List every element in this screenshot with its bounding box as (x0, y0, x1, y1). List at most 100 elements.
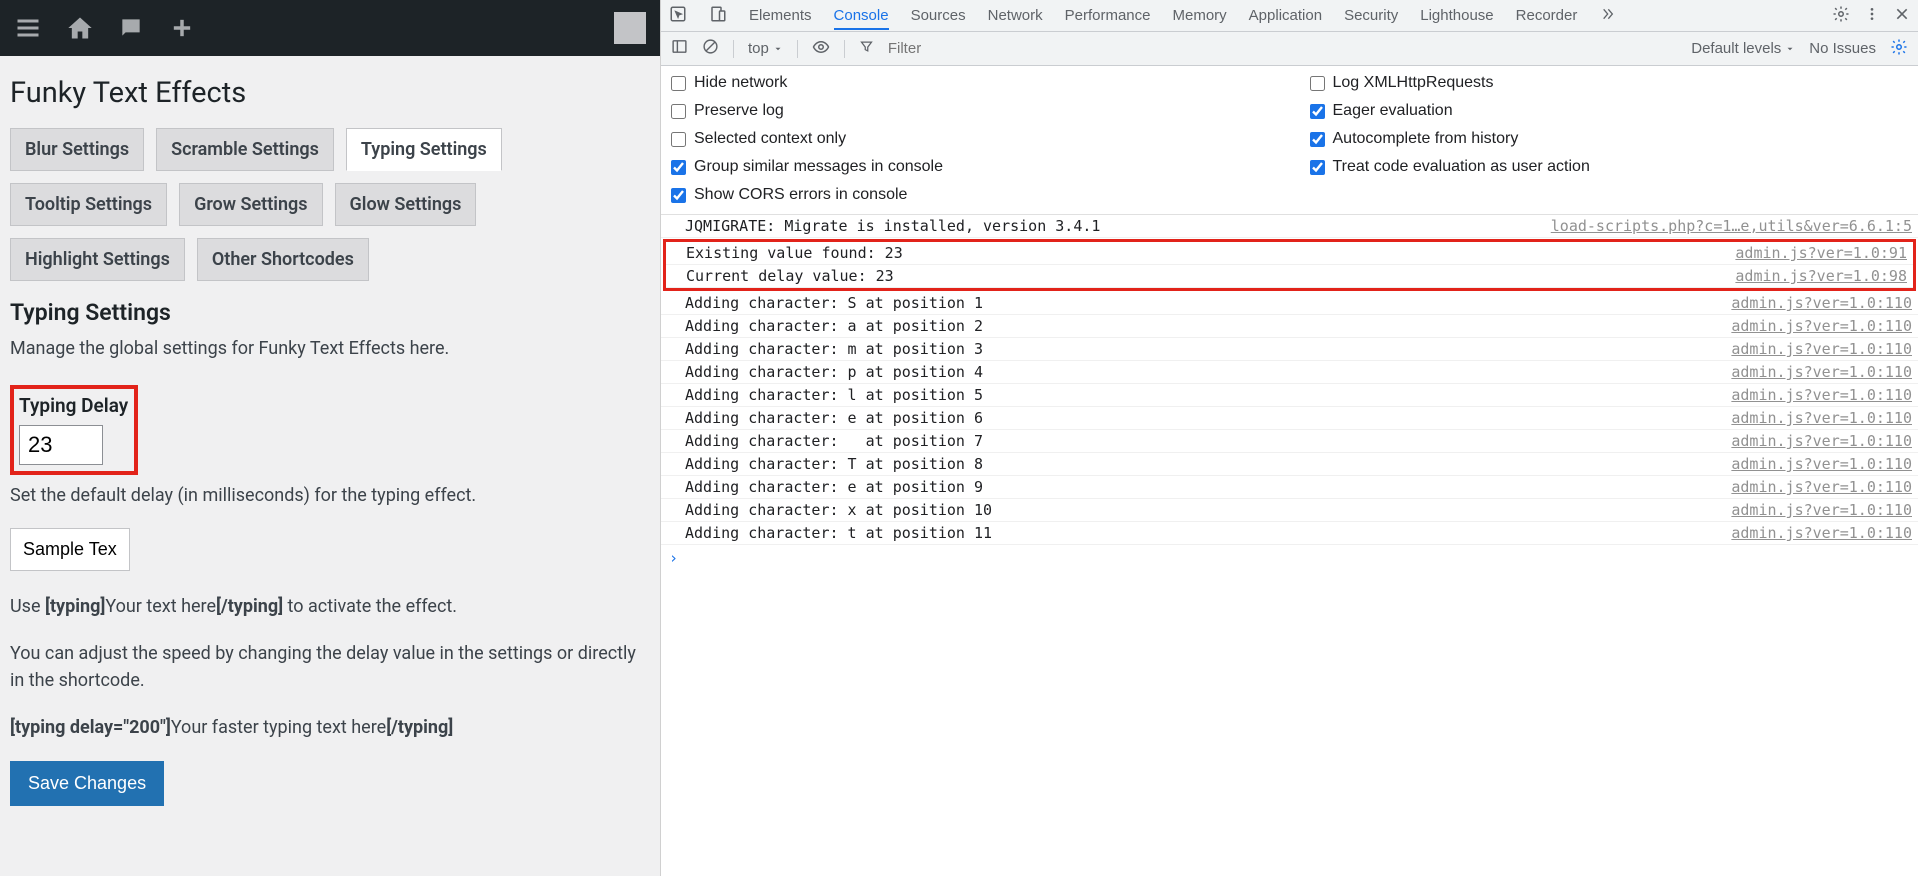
admin-content: Funky Text Effects Blur Settings Scrambl… (0, 56, 660, 816)
highlighted-logs: Existing value found: 23 admin.js?ver=1.… (663, 239, 1916, 291)
filter-input[interactable] (888, 40, 1677, 57)
checkbox-user-action[interactable] (1310, 160, 1325, 175)
console-settings-icon[interactable] (1890, 38, 1908, 60)
checkbox-preserve-log[interactable] (671, 104, 686, 119)
setting-log-xhr[interactable]: Log XMLHttpRequests (1310, 74, 1909, 92)
log-source-link[interactable]: admin.js?ver=1.0:110 (1731, 432, 1912, 450)
context-label: top (748, 40, 769, 57)
log-message: Adding character: t at position 11 (685, 524, 1715, 542)
log-row: Adding character: x at position 10admin.… (661, 499, 1918, 522)
tabs-row-2: Tooltip Settings Grow Settings Glow Sett… (10, 183, 650, 226)
sample-text-input[interactable] (10, 528, 130, 571)
log-message: Adding character: S at position 1 (685, 294, 1715, 312)
log-source-link[interactable]: admin.js?ver=1.0:110 (1731, 363, 1912, 381)
setting-autocomplete[interactable]: Autocomplete from history (1310, 130, 1909, 148)
setting-selected-context[interactable]: Selected context only (671, 130, 1270, 148)
tab-lighthouse[interactable]: Lighthouse (1420, 1, 1493, 30)
log-source-link[interactable]: admin.js?ver=1.0:110 (1731, 501, 1912, 519)
tab-grow[interactable]: Grow Settings (179, 183, 322, 226)
comment-icon[interactable] (118, 15, 144, 41)
usage-close: [/typing] (216, 596, 283, 617)
tab-application[interactable]: Application (1249, 1, 1322, 30)
tab-typing[interactable]: Typing Settings (346, 128, 502, 171)
log-row: Adding character: e at position 6admin.j… (661, 407, 1918, 430)
log-message: Adding character: at position 7 (685, 432, 1715, 450)
typing-delay-label: Typing Delay (19, 394, 128, 417)
example-para: [typing delay="200"]Your faster typing t… (10, 714, 650, 741)
tab-highlight[interactable]: Highlight Settings (10, 238, 185, 281)
log-levels-selector[interactable]: Default levels (1691, 40, 1795, 57)
example-open: [typing delay="200"] (10, 717, 171, 738)
log-source-link[interactable]: admin.js?ver=1.0:110 (1731, 317, 1912, 335)
log-source-link[interactable]: admin.js?ver=1.0:110 (1731, 478, 1912, 496)
setting-preserve-log[interactable]: Preserve log (671, 102, 1270, 120)
save-button[interactable]: Save Changes (10, 761, 164, 806)
tab-glow[interactable]: Glow Settings (335, 183, 477, 226)
tab-performance[interactable]: Performance (1065, 1, 1151, 30)
checkbox-autocomplete[interactable] (1310, 132, 1325, 147)
menu-icon[interactable] (14, 14, 42, 42)
add-icon[interactable] (168, 14, 196, 42)
filter-icon (859, 39, 874, 58)
gear-icon[interactable] (1832, 5, 1850, 27)
context-selector[interactable]: top (748, 40, 783, 57)
log-source-link[interactable]: admin.js?ver=1.0:110 (1731, 386, 1912, 404)
log-row: Adding character: S at position 1 admin.j… (661, 292, 1918, 315)
live-expression-icon[interactable] (812, 38, 830, 60)
more-tabs-icon[interactable] (1599, 6, 1615, 26)
log-message: Adding character: p at position 4 (685, 363, 1715, 381)
tab-scramble[interactable]: Scramble Settings (156, 128, 334, 171)
setting-show-cors[interactable]: Show CORS errors in console (671, 186, 1270, 204)
log-source-link[interactable]: admin.js?ver=1.0:110 (1731, 409, 1912, 427)
log-source-link[interactable]: admin.js?ver=1.0:110 (1731, 340, 1912, 358)
devtools-tabs: Elements Console Sources Network Perform… (661, 0, 1918, 32)
checkbox-selected-context[interactable] (671, 132, 686, 147)
log-message: Adding character: a at position 2 (685, 317, 1715, 335)
tab-blur[interactable]: Blur Settings (10, 128, 144, 171)
issues-indicator[interactable]: No Issues (1809, 40, 1876, 57)
log-row: Adding character: l at position 5 admin.j… (661, 384, 1918, 407)
log-source-link[interactable]: admin.js?ver=1.0:98 (1735, 267, 1907, 285)
checkbox-group-similar[interactable] (671, 160, 686, 175)
typing-delay-input[interactable] (19, 425, 103, 465)
usage-suffix: to activate the effect. (283, 596, 457, 617)
setting-user-action[interactable]: Treat code evaluation as user action (1310, 158, 1909, 176)
setting-hide-network[interactable]: Hide network (671, 74, 1270, 92)
setting-eager-eval[interactable]: Eager evaluation (1310, 102, 1909, 120)
tab-tooltip[interactable]: Tooltip Settings (10, 183, 167, 226)
example-close: [/typing] (386, 717, 453, 738)
avatar[interactable] (614, 12, 646, 44)
sidebar-toggle-icon[interactable] (671, 38, 688, 59)
tabs-row-1: Blur Settings Scramble Settings Typing S… (10, 128, 650, 171)
tab-security[interactable]: Security (1344, 1, 1398, 30)
setting-group-similar[interactable]: Group similar messages in console (671, 158, 1270, 176)
checkbox-hide-network[interactable] (671, 76, 686, 91)
tab-console[interactable]: Console (834, 1, 889, 30)
close-icon[interactable] (1894, 6, 1910, 26)
tab-other[interactable]: Other Shortcodes (197, 238, 369, 281)
device-icon[interactable] (709, 5, 727, 27)
checkbox-eager-eval[interactable] (1310, 104, 1325, 119)
log-row: Current delay value: 23 admin.js?ver=1.0… (666, 265, 1913, 288)
console-prompt[interactable]: › (661, 545, 1918, 571)
inspect-icon[interactable] (669, 5, 687, 27)
log-message: Adding character: l at position 5 (685, 386, 1715, 404)
checkbox-show-cors[interactable] (671, 188, 686, 203)
log-source-link[interactable]: admin.js?ver=1.0:110 (1731, 524, 1912, 542)
clear-console-icon[interactable] (702, 38, 719, 59)
log-row: JQMIGRATE: Migrate is installed, version… (661, 215, 1918, 238)
kebab-icon[interactable] (1864, 6, 1880, 26)
log-source-link[interactable]: load-scripts.php?c=1…e,utils&ver=6.6.1:5 (1551, 217, 1912, 235)
tab-recorder[interactable]: Recorder (1516, 1, 1578, 30)
log-source-link[interactable]: admin.js?ver=1.0:110 (1731, 455, 1912, 473)
tab-sources[interactable]: Sources (911, 1, 966, 30)
section-desc: Manage the global settings for Funky Tex… (10, 338, 650, 359)
tab-elements[interactable]: Elements (749, 1, 812, 30)
checkbox-log-xhr[interactable] (1310, 76, 1325, 91)
log-source-link[interactable]: admin.js?ver=1.0:91 (1735, 244, 1907, 262)
tab-memory[interactable]: Memory (1173, 1, 1227, 30)
log-source-link[interactable]: admin.js?ver=1.0:110 (1731, 294, 1912, 312)
log-message: JQMIGRATE: Migrate is installed, version… (685, 217, 1535, 235)
tab-network[interactable]: Network (988, 1, 1043, 30)
home-icon[interactable] (66, 14, 94, 42)
